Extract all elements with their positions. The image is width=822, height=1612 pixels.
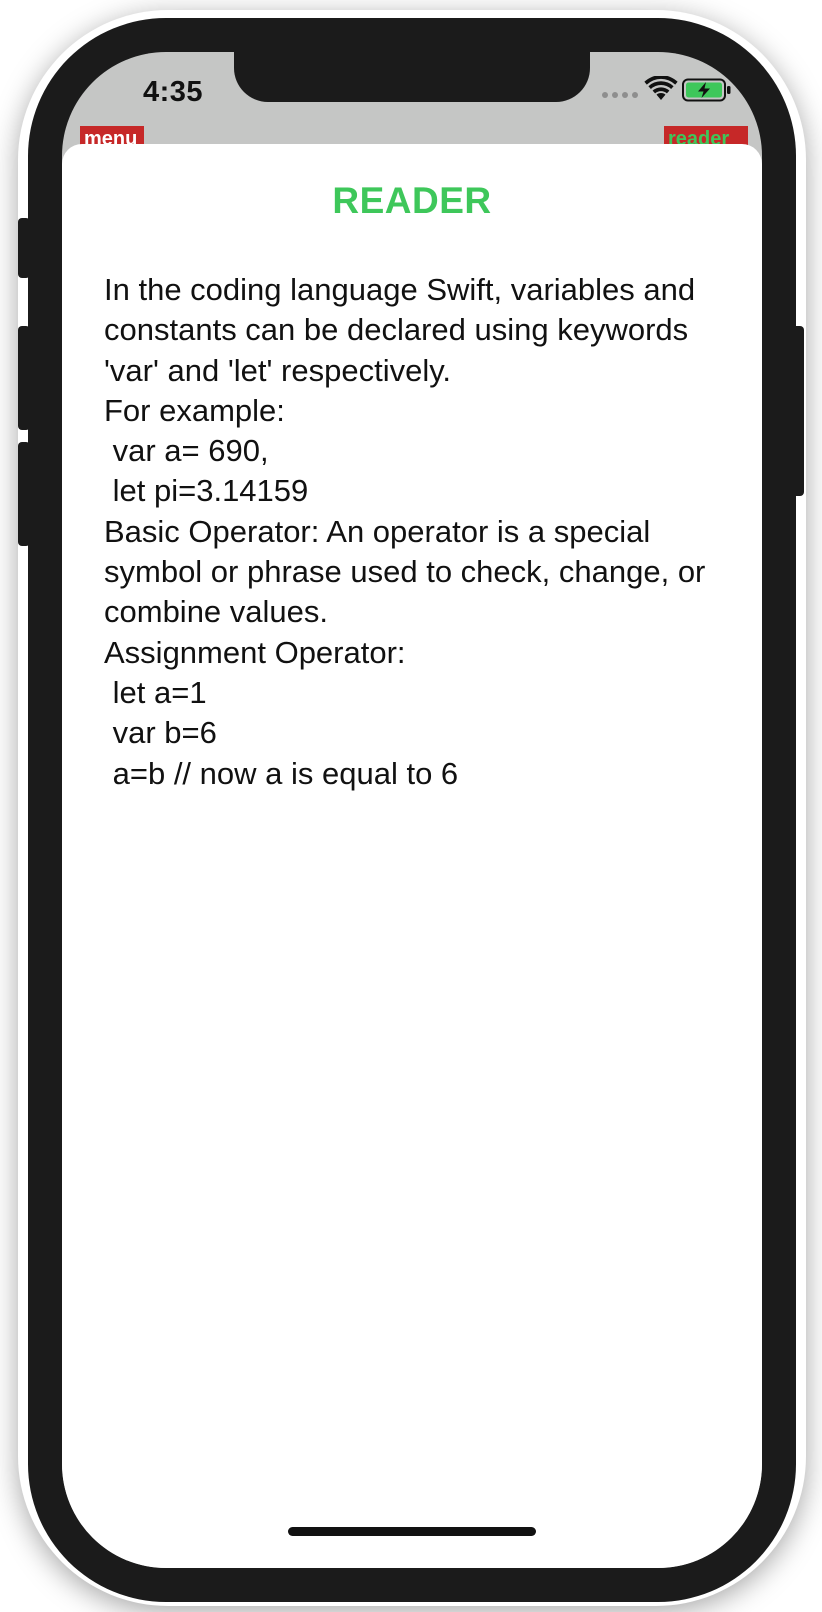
reader-body-text: In the coding language Swift, variables … <box>104 272 706 791</box>
reader-title: READER <box>332 180 492 221</box>
page: 4:35 menu reader READER In the coding la… <box>0 0 822 1612</box>
battery-charging-icon <box>682 78 731 102</box>
wifi-icon <box>644 76 678 100</box>
home-indicator[interactable] <box>288 1527 536 1536</box>
screen: 4:35 menu reader READER In the coding la… <box>62 52 762 1568</box>
notch <box>234 52 590 102</box>
status-time: 4:35 <box>142 76 204 108</box>
reader-sheet: READER In the coding language Swift, var… <box>62 144 762 1568</box>
cellular-dots-icon <box>602 92 638 98</box>
